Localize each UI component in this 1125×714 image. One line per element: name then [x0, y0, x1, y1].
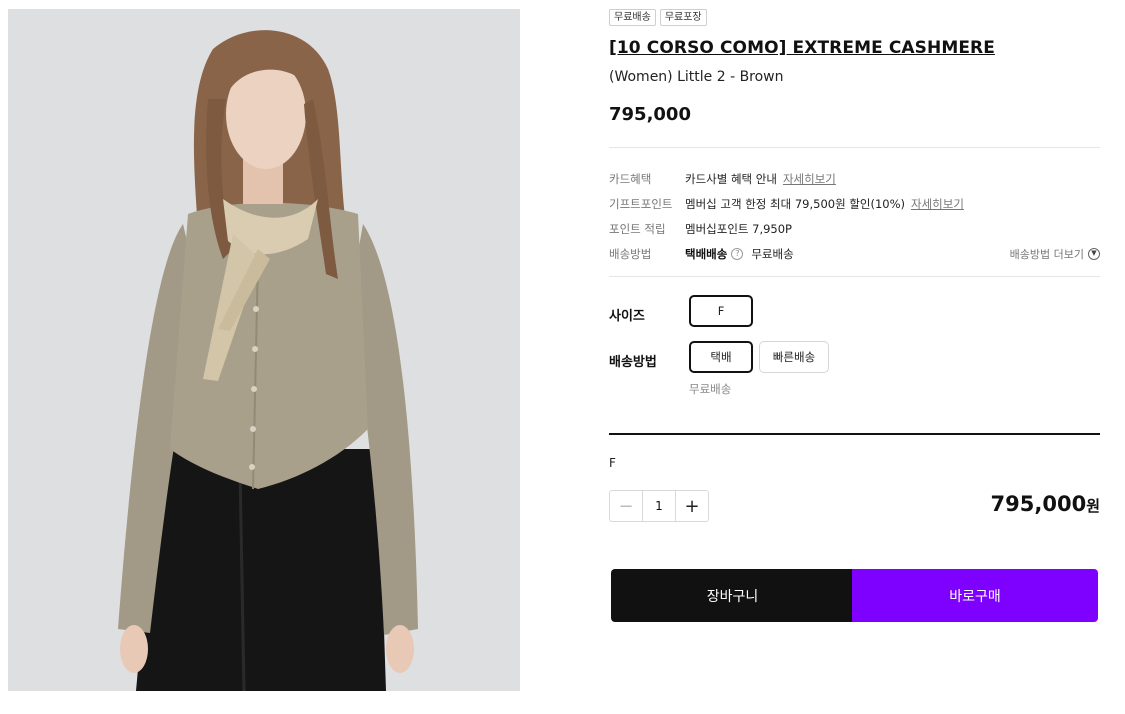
delivery-option-label: 배송방법 [609, 355, 657, 370]
card-benefit-label: 카드혜택 [609, 171, 652, 186]
delivery-fee-note: 무료배송 [689, 382, 732, 396]
chevron-down-circle-icon: ▼ [1088, 247, 1100, 260]
shipping-label: 배송방법 [609, 246, 652, 261]
gift-point-value: 멤버십 고객 한정 최대 79,500원 할인(10%) [685, 196, 906, 211]
gift-point-label: 기프트포인트 [609, 196, 673, 211]
total-price-currency: 원 [1086, 497, 1100, 515]
more-shipping-button[interactable]: 배송방법 더보기 ▼ [1010, 241, 1100, 266]
shipping-fee: 무료배송 [751, 246, 794, 261]
point-row: 포인트 적립 멤버십포인트 7,950P [609, 216, 1100, 241]
shipping-row: 배송방법 택배배송 ? 무료배송 배송방법 더보기 ▼ [609, 241, 1100, 266]
product-info-panel: 무료배송 무료포장 [10 CORSO COMO] EXTREME CASHME… [609, 0, 1100, 714]
help-icon[interactable]: ? [731, 247, 744, 260]
product-price: 795,000 [609, 104, 691, 125]
selected-option-name: F [609, 456, 616, 470]
size-option-f[interactable]: F [689, 295, 753, 327]
card-benefit-row: 카드혜택 카드사별 혜택 안내 자세히보기 [609, 166, 1100, 191]
quantity-stepper: − 1 + [609, 490, 709, 522]
gift-point-detail-link[interactable]: 자세히보기 [911, 196, 964, 212]
product-tags: 무료배송 무료포장 [609, 9, 707, 26]
quantity-value[interactable]: 1 [643, 491, 675, 521]
product-photo-illustration [8, 9, 520, 691]
benefits-list: 카드혜택 카드사별 혜택 안내 자세히보기 기프트포인트 멤버십 고객 한정 최… [609, 166, 1100, 266]
add-to-cart-button[interactable]: 장바구니 [611, 569, 854, 622]
selected-section-divider [609, 433, 1100, 435]
buy-now-button[interactable]: 바로구매 [852, 569, 1098, 622]
quantity-increase-button[interactable]: + [675, 491, 708, 521]
product-title[interactable]: [10 CORSO COMO] EXTREME CASHMERE [609, 38, 995, 58]
delivery-option-parcel[interactable]: 택배 [689, 341, 753, 373]
size-option-label: 사이즈 [609, 309, 645, 324]
total-price-amount: 795,000 [990, 492, 1087, 516]
total-price: 795,000원 [991, 492, 1100, 516]
point-value: 멤버십포인트 7,950P [685, 221, 792, 236]
shipping-method: 택배배송 [685, 246, 728, 261]
card-benefit-value: 카드사별 혜택 안내 [685, 171, 777, 186]
divider [609, 147, 1100, 148]
gift-point-row: 기프트포인트 멤버십 고객 한정 최대 79,500원 할인(10%) 자세히보… [609, 191, 1100, 216]
point-label: 포인트 적립 [609, 221, 666, 236]
free-shipping-tag: 무료배송 [609, 9, 656, 26]
product-detail-page: 무료배송 무료포장 [10 CORSO COMO] EXTREME CASHME… [0, 0, 1125, 714]
free-wrapping-tag: 무료포장 [659, 9, 707, 26]
quantity-decrease-button[interactable]: − [610, 491, 643, 521]
delivery-option-express[interactable]: 빠른배송 [759, 341, 829, 373]
product-image[interactable] [8, 9, 520, 691]
more-shipping-label: 배송방법 더보기 [1009, 247, 1084, 261]
product-subtitle: (Women) Little 2 - Brown [609, 69, 784, 85]
divider [609, 276, 1100, 277]
card-benefit-detail-link[interactable]: 자세히보기 [783, 171, 836, 187]
